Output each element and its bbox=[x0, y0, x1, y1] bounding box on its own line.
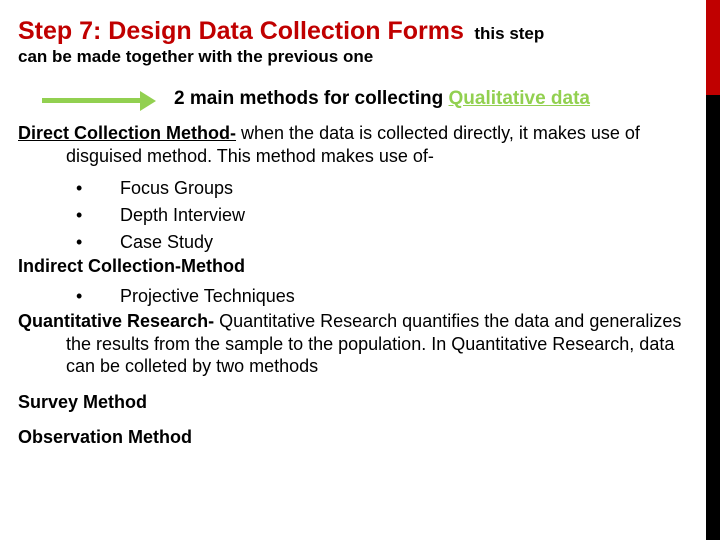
list-item: • Focus Groups bbox=[18, 175, 698, 202]
methods-intro-row: 2 main methods for collecting Qualitativ… bbox=[18, 88, 698, 110]
bullet-icon: • bbox=[76, 175, 96, 202]
survey-method: Survey Method bbox=[18, 392, 698, 413]
slide-content: Step 7: Design Data Collection Forms thi… bbox=[0, 0, 720, 448]
bullet-icon: • bbox=[76, 229, 96, 256]
list-item: • Depth Interview bbox=[18, 202, 698, 229]
list-item: • Case Study bbox=[18, 229, 698, 256]
direct-bullets: • Focus Groups • Depth Interview • Case … bbox=[18, 175, 698, 256]
qualitative-label: Qualitative data bbox=[449, 88, 591, 109]
title-main: Step 7: Design Data Collection Forms bbox=[18, 17, 464, 45]
direct-method-paragraph: Direct Collection Method- when the data … bbox=[18, 122, 698, 167]
quant-head: Quantitative Research- bbox=[18, 311, 214, 331]
list-item: • Projective Techniques bbox=[18, 283, 698, 310]
observation-method: Observation Method bbox=[18, 427, 698, 448]
bullet-label: Focus Groups bbox=[120, 175, 233, 202]
direct-method-head: Direct Collection Method- bbox=[18, 123, 236, 143]
indirect-bullets: • Projective Techniques bbox=[18, 283, 698, 310]
title-sub2: can be made together with the previous o… bbox=[18, 48, 698, 67]
slide-title: Step 7: Design Data Collection Forms thi… bbox=[18, 18, 698, 66]
bullet-icon: • bbox=[76, 202, 96, 229]
quant-paragraph: Quantitative Research- Quantitative Rese… bbox=[18, 310, 698, 378]
bullet-label: Case Study bbox=[120, 229, 213, 256]
accent-sidebar bbox=[706, 0, 720, 540]
bullet-label: Projective Techniques bbox=[120, 283, 295, 310]
methods-prefix: 2 main methods for collecting bbox=[174, 88, 449, 109]
title-sub1: this step bbox=[474, 24, 544, 43]
methods-line: 2 main methods for collecting Qualitativ… bbox=[174, 88, 590, 110]
arrow-icon bbox=[42, 98, 142, 103]
indirect-method-head: Indirect Collection-Method bbox=[18, 256, 698, 277]
bullet-label: Depth Interview bbox=[120, 202, 245, 229]
bullet-icon: • bbox=[76, 283, 96, 310]
